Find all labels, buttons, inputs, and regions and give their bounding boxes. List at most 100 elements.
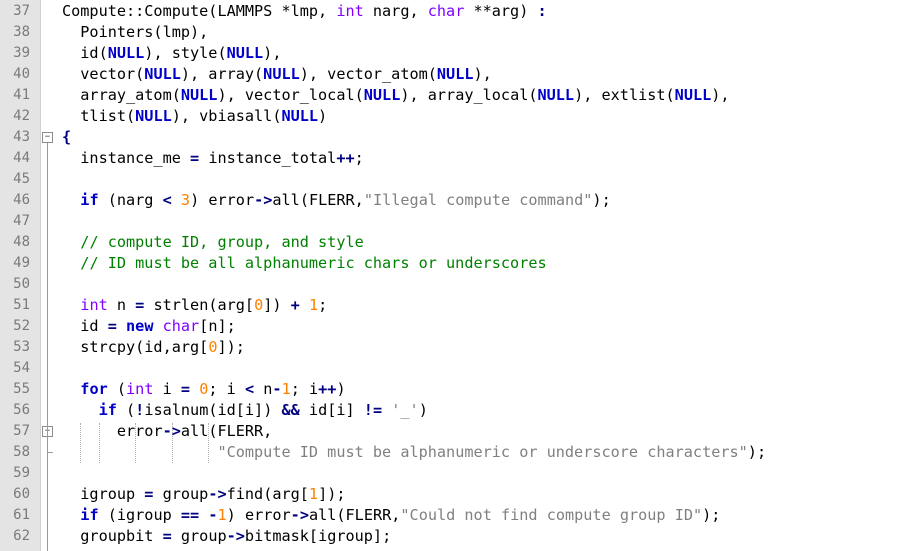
code-line[interactable]: 59 [0, 463, 911, 484]
code-line[interactable]: 39 id(NULL), style(NULL), [0, 43, 911, 64]
code-text[interactable]: id = new char[n]; [62, 316, 236, 337]
operator-token: = [107, 317, 117, 335]
code-text[interactable]: // ID must be all alphanumeric chars or … [62, 253, 546, 274]
operator-token: + [290, 296, 300, 314]
code-line[interactable]: 56 if (!isalnum(id[i]) && id[i] != '_') [0, 400, 911, 421]
code-token: n [254, 380, 273, 398]
code-text[interactable]: // compute ID, group, and style [62, 232, 363, 253]
code-text[interactable]: { [62, 127, 71, 148]
code-line[interactable]: 45 [0, 169, 911, 190]
code-line[interactable]: 53 strcpy(id,arg[0]); [0, 337, 911, 358]
code-editor[interactable]: − − 37 Compute::Compute(LAMMPS *lmp, int n… [0, 0, 911, 551]
keyword-token: NULL [537, 86, 575, 104]
code-token: instance_me [62, 149, 191, 167]
keyword-token: new [126, 317, 154, 335]
line-number: 57 [13, 423, 30, 439]
code-token: ), vector_local( [217, 86, 364, 104]
number-token: 1 [308, 485, 319, 503]
code-text[interactable]: int n = strlen(arg[0]) + 1; [62, 295, 327, 316]
keyword-token: NULL [135, 107, 172, 125]
code-text[interactable]: for (int i = 0; i < n-1; i++) [62, 379, 346, 400]
code-token: ), [473, 65, 492, 83]
code-text[interactable]: Pointers(lmp), [62, 22, 208, 43]
code-line[interactable]: 62 groupbit = group->bitmask[igroup]; [0, 526, 911, 547]
code-line[interactable]: 60 igroup = group->find(arg[1]); [0, 484, 911, 505]
code-text[interactable]: if (narg < 3) error->all(FLERR,"Illegal … [62, 190, 610, 211]
code-line[interactable]: 46 if (narg < 3) error->all(FLERR,"Illeg… [0, 190, 911, 211]
code-line[interactable]: 55 for (int i = 0; i < n-1; i++) [0, 379, 911, 400]
keyword-token: NULL [107, 44, 145, 62]
keyword-token: NULL [263, 65, 300, 83]
code-line[interactable]: 50 [0, 274, 911, 295]
code-text[interactable]: vector(NULL), array(NULL), vector_atom(N… [62, 64, 492, 85]
code-token: **arg) [464, 2, 538, 20]
type-token: int [126, 380, 154, 398]
code-text[interactable]: if (igroup == -1) error->all(FLERR,"Coul… [62, 505, 720, 526]
operator-token: ! [135, 401, 145, 419]
code-text[interactable]: strcpy(id,arg[0]); [62, 337, 245, 358]
code-line[interactable]: 47 [0, 211, 911, 232]
line-number: 60 [13, 486, 30, 502]
code-text[interactable]: tlist(NULL), vbiasall(NULL) [62, 106, 327, 127]
number-token: 0 [254, 296, 264, 314]
code-line[interactable]: 54 [0, 358, 911, 379]
code-text[interactable]: "Compute ID must be alphanumeric or unde… [62, 442, 766, 463]
code-token: ) [336, 380, 346, 398]
code-token: vector( [62, 65, 145, 83]
code-text[interactable]: if (!isalnum(id[i]) && id[i] != '_') [62, 400, 428, 421]
line-number: 48 [13, 234, 30, 250]
code-token: id( [62, 44, 108, 62]
code-text[interactable]: Compute::Compute(LAMMPS *lmp, int narg, … [62, 1, 547, 22]
code-line[interactable]: 43 { [0, 127, 911, 148]
keyword-token: if [80, 506, 99, 524]
code-token: ) [318, 107, 328, 125]
code-text[interactable]: id(NULL), style(NULL), [62, 43, 281, 64]
code-token: id[i] [299, 401, 364, 419]
code-line[interactable]: 44 instance_me = instance_total++; [0, 148, 911, 169]
operator-token: -> [254, 191, 273, 209]
line-number: 52 [13, 318, 30, 334]
code-line[interactable]: 51 int n = strlen(arg[0]) + 1; [0, 295, 911, 316]
code-token: all(FLERR, [308, 506, 401, 524]
line-number: 55 [13, 381, 30, 397]
operator-token: -> [290, 506, 309, 524]
code-text[interactable]: igroup = group->find(arg[1]); [62, 484, 345, 505]
code-line[interactable]: 38 Pointers(lmp), [0, 22, 911, 43]
code-token: instance_total [199, 149, 337, 167]
code-token: bitmask[igroup]; [244, 527, 392, 545]
code-token: ( [107, 380, 127, 398]
code-token: i [153, 380, 181, 398]
code-line[interactable]: 49 // ID must be all alphanumeric chars … [0, 253, 911, 274]
code-line[interactable]: 48 // compute ID, group, and style [0, 232, 911, 253]
code-line[interactable]: 58 "Compute ID must be alphanumeric or u… [0, 442, 911, 463]
code-text[interactable]: error->all(FLERR, [62, 421, 272, 442]
line-number: 58 [13, 444, 30, 460]
string-token: "Illegal compute command" [363, 191, 593, 209]
keyword-token: for [80, 380, 108, 398]
code-line[interactable]: 42 tlist(NULL), vbiasall(NULL) [0, 106, 911, 127]
code-line[interactable]: 61 if (igroup == -1) error->all(FLERR,"C… [0, 505, 911, 526]
code-token: ), vbiasall( [171, 107, 282, 125]
operator-token: ++ [336, 149, 355, 167]
code-text[interactable]: groupbit = group->bitmask[igroup]; [62, 526, 391, 547]
code-text[interactable]: array_atom(NULL), vector_local(NULL), ar… [62, 85, 729, 106]
code-token: [n]; [199, 317, 236, 335]
type-token: char [162, 317, 200, 335]
code-line[interactable]: 40 vector(NULL), array(NULL), vector_ato… [0, 64, 911, 85]
code-token: array_atom( [62, 86, 181, 104]
code-line[interactable]: 37 Compute::Compute(LAMMPS *lmp, int narg… [0, 1, 911, 22]
code-line[interactable]: 41 array_atom(NULL), vector_local(NULL),… [0, 85, 911, 106]
code-text[interactable]: instance_me = instance_total++; [62, 148, 364, 169]
line-number: 37 [13, 3, 30, 19]
line-number: 62 [13, 528, 30, 544]
line-number: 45 [13, 171, 30, 187]
string-token: "Compute ID must be alphanumeric or unde… [217, 443, 748, 461]
keyword-token: if [98, 401, 117, 419]
code-line[interactable]: 52 id = new char[n]; [0, 316, 911, 337]
code-line[interactable]: 57 error->all(FLERR, [0, 421, 911, 442]
